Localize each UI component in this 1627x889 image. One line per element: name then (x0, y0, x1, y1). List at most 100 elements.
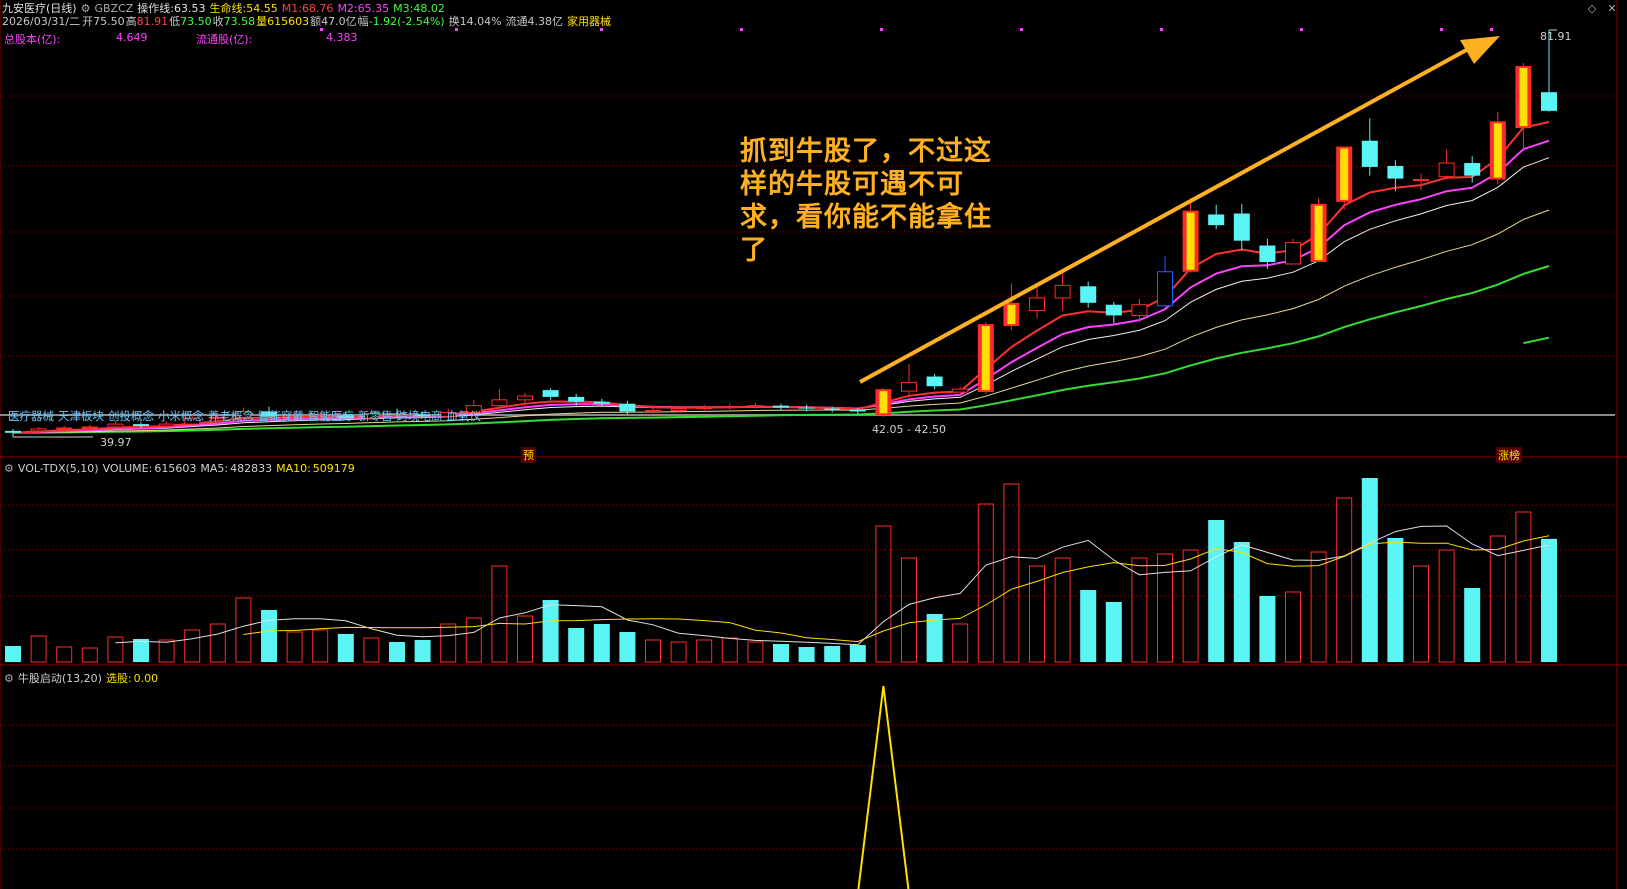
volume-bar (773, 644, 789, 662)
range-label: 42.05 - 42.50 (872, 423, 946, 436)
candle-body (1080, 286, 1097, 303)
volume-bar (184, 629, 201, 663)
concept-tag[interactable]: 医疗器械 (8, 409, 54, 423)
top-marker (1160, 28, 1163, 31)
indicator-spike (857, 685, 910, 889)
panel-toggle-icon[interactable]: ⚙ (4, 462, 14, 475)
volume-bar (952, 623, 969, 663)
volume-bar (696, 639, 713, 663)
volume-bar (133, 639, 149, 662)
volume-bar (363, 637, 380, 663)
candle-body (1438, 162, 1455, 178)
top-marker (600, 28, 603, 31)
concept-tag[interactable]: 养老概念 (208, 409, 254, 423)
indicator-line (857, 685, 910, 889)
candle-body (721, 406, 738, 409)
candle-body (824, 408, 841, 410)
volume-bar (645, 639, 661, 663)
kline-chart[interactable] (0, 0, 1627, 889)
candlestick (1515, 63, 1532, 152)
candle-body (696, 407, 713, 410)
top-marker (455, 28, 458, 31)
volume-value: 615603 (154, 462, 197, 475)
candle-body (593, 401, 610, 404)
volume-bar (798, 647, 815, 662)
top-marker (1440, 28, 1443, 31)
volume-bar (107, 636, 124, 663)
panel-toggle-icon[interactable]: ⚙ (4, 672, 14, 685)
volume-bar (337, 634, 354, 662)
candlestick (645, 407, 661, 414)
volume-bar (1105, 602, 1122, 662)
candlestick (1464, 156, 1481, 183)
candlestick (1489, 111, 1506, 185)
volume-bar (312, 629, 329, 663)
candlestick (901, 363, 917, 395)
volume-bar (875, 525, 892, 663)
candle-body (1361, 140, 1378, 167)
candle-body (1541, 92, 1557, 111)
volume-bar (56, 646, 73, 663)
volume-bar (670, 641, 687, 663)
concept-tag[interactable]: 血氧仪 (447, 409, 482, 423)
concept-tag[interactable]: 创投概念 (108, 409, 154, 423)
volume-bar (30, 635, 47, 663)
candle-body (1208, 214, 1225, 226)
volume-bar (747, 641, 764, 663)
marker-zhang: 涨榜 (1496, 447, 1522, 463)
concept-tag[interactable]: 新零售 (358, 409, 393, 423)
candle-body (568, 396, 585, 402)
concept-tag[interactable]: 天津板块 (58, 409, 104, 423)
high-price-label: 81.91 (1540, 30, 1572, 43)
candle-body (1054, 284, 1071, 299)
candlestick (1080, 281, 1097, 308)
volume-bar (81, 647, 98, 663)
volume-bar (209, 623, 226, 663)
candlestick (1361, 118, 1378, 176)
volume-bar (1361, 478, 1378, 662)
candle-body-highlight (1314, 205, 1323, 261)
concept-tag[interactable]: 智能医疗 (308, 409, 354, 423)
concept-tag[interactable]: 小米概念 (158, 409, 204, 423)
candle-body-highlight (879, 391, 888, 414)
candlestick (1336, 146, 1353, 210)
ma-line-long (1523, 336, 1550, 345)
candlestick (977, 322, 994, 395)
volume-bar (158, 639, 175, 663)
volume-bar (824, 646, 841, 662)
volume-bar (261, 610, 277, 662)
candle-body (81, 426, 98, 429)
concept-tag[interactable]: 智能穿戴 (258, 409, 304, 423)
candle-body (952, 388, 969, 393)
concept-tag[interactable]: 跨境电商 (397, 409, 443, 423)
candle-body-highlight (1493, 123, 1502, 178)
candle-body (1233, 213, 1250, 241)
candlestick (875, 388, 892, 417)
volume-bar (849, 645, 866, 662)
candle-body (107, 423, 124, 428)
indicator-panel-title[interactable]: 牛股启动(13,20) (18, 672, 102, 685)
top-marker (880, 28, 883, 31)
volume-bar (542, 600, 559, 662)
indicator-panel-header: ⚙ 牛股启动(13,20) 选股: 0.00 (4, 670, 162, 686)
volume-bar (1157, 553, 1173, 663)
volume-bar (465, 617, 482, 663)
candlestick (1208, 204, 1225, 230)
candle-body (1157, 271, 1173, 307)
annotation-text: 抓到牛股了，不过这样的牛股可遇不可求，看你能不能拿住了 (740, 136, 992, 266)
candle-body (1387, 165, 1404, 179)
top-marker (740, 28, 743, 31)
marker-yu: 预 (521, 447, 536, 463)
candlestick (1182, 197, 1199, 273)
candlestick (696, 404, 713, 411)
candle-body (56, 427, 73, 430)
volume-panel-title[interactable]: VOL-TDX(5,10) (18, 462, 99, 475)
candlestick (773, 403, 789, 411)
candlestick (1233, 203, 1250, 251)
ma5-label: MA5: (200, 462, 229, 475)
select-label: 选股: (105, 672, 132, 685)
candle-body-highlight (981, 326, 990, 391)
volume-bar (1208, 520, 1225, 662)
candle-body (30, 428, 47, 432)
top-marker (1490, 28, 1493, 31)
